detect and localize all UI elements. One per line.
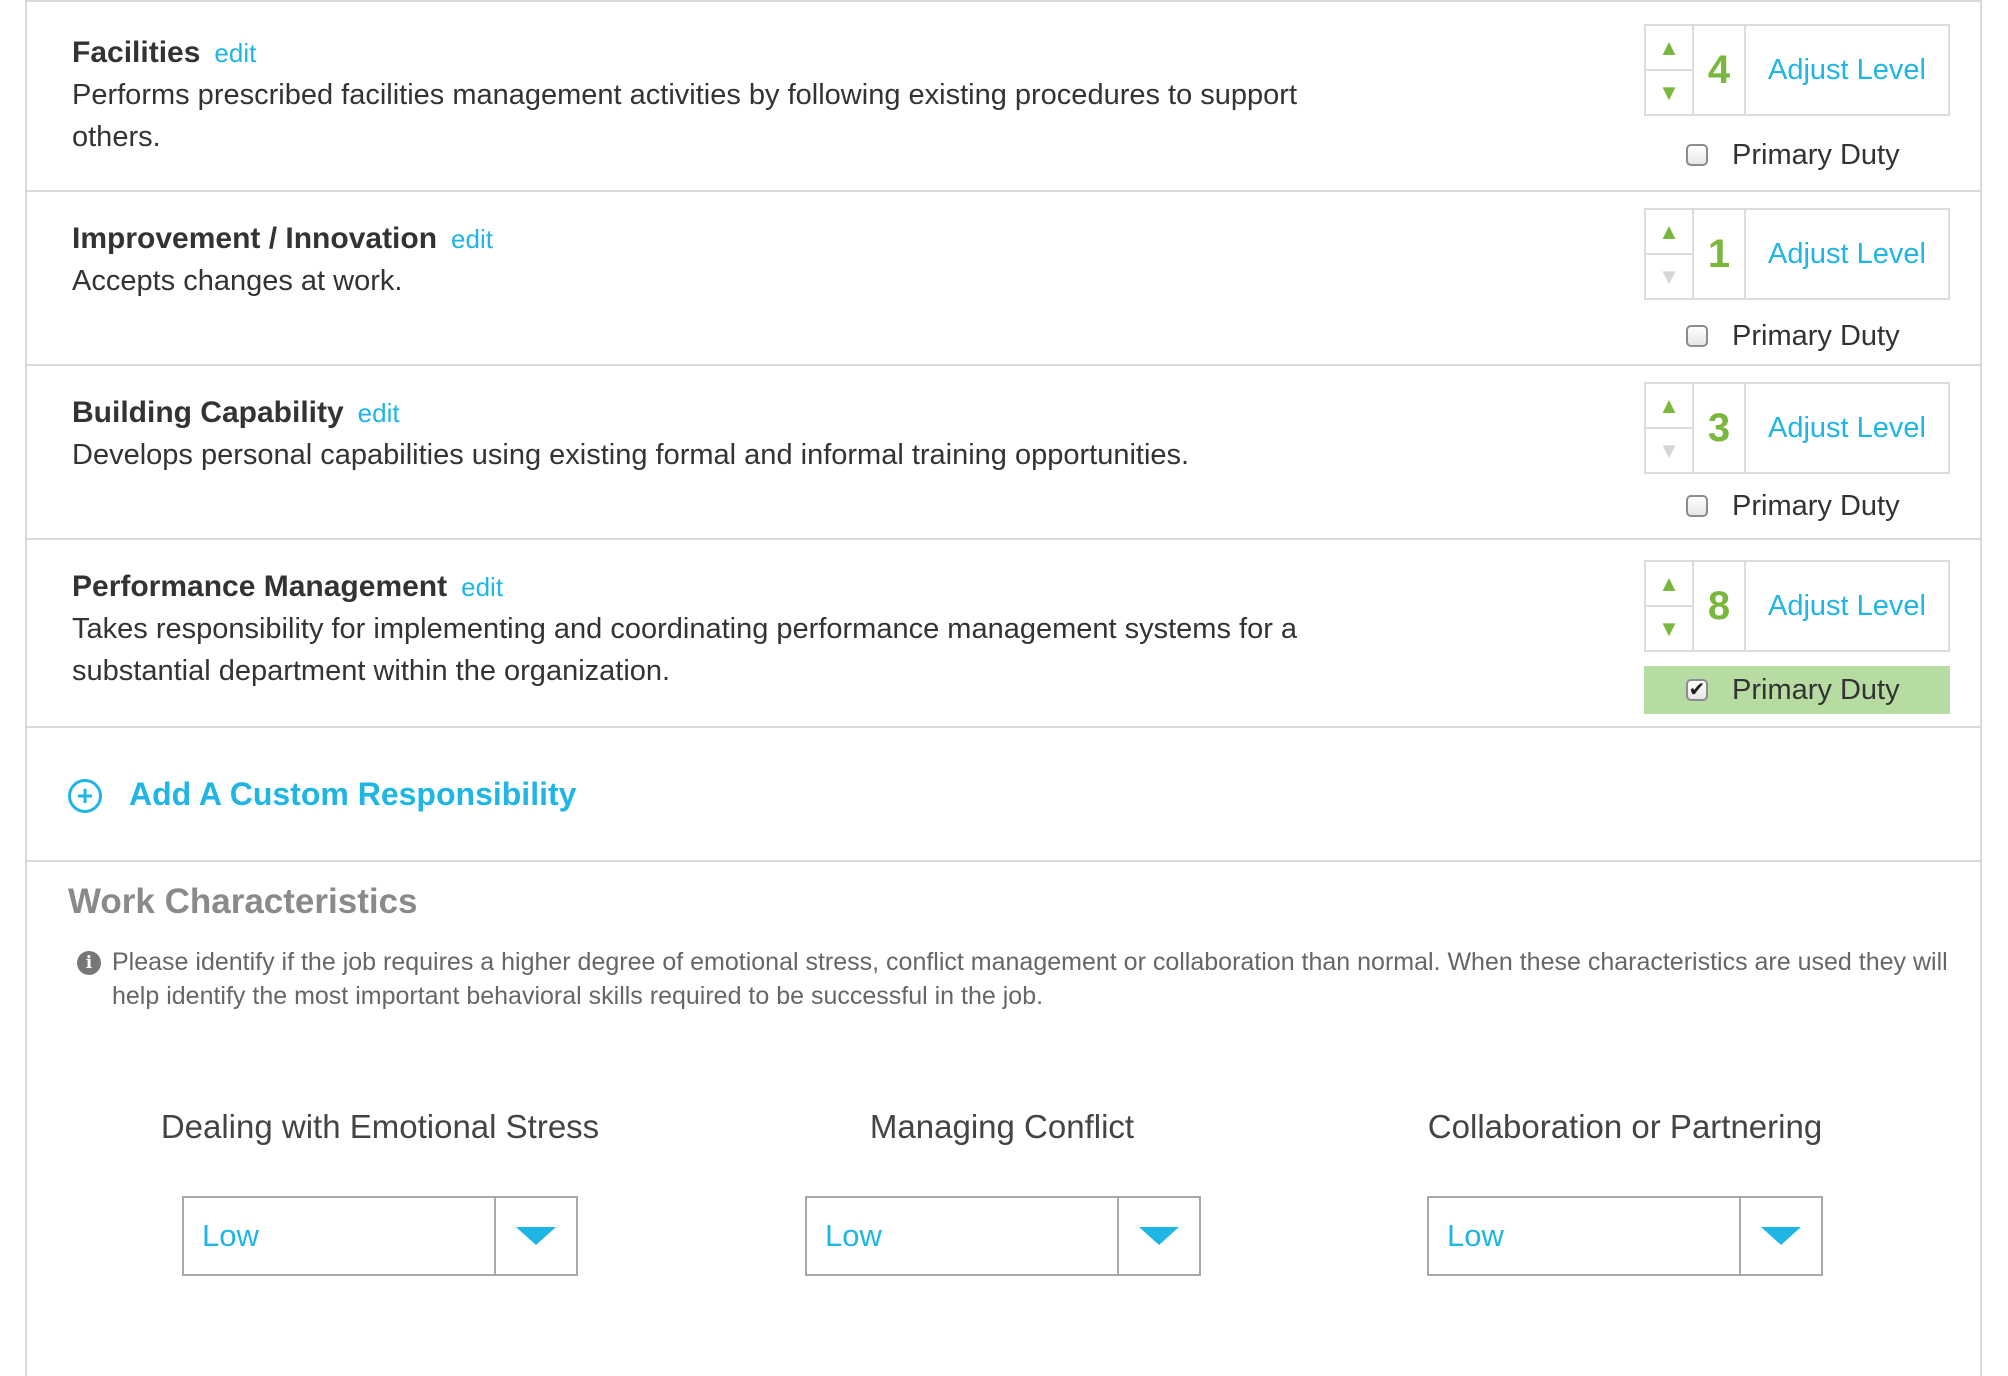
responsibility-row: Facilities edit Performs prescribed faci… <box>27 0 1980 192</box>
responsibility-info: Facilities edit Performs prescribed faci… <box>72 36 1442 158</box>
responsibility-description: Performs prescribed facilities managemen… <box>72 79 1298 153</box>
characteristic-label: Managing Conflict <box>869 1108 1135 1145</box>
managing-conflict-select[interactable]: Low <box>805 1196 1201 1276</box>
characteristic-managing-conflict: Managing Conflict <box>752 1108 1252 1146</box>
responsibility-info: Performance Management edit Takes respon… <box>72 570 1442 692</box>
add-custom-responsibility-button[interactable]: Add A Custom Responsibility <box>129 776 576 813</box>
select-value: Low <box>1447 1218 1504 1253</box>
primary-duty-option[interactable]: ✔ Primary Duty <box>1644 666 1950 714</box>
adjust-level-button[interactable]: Adjust Level <box>1746 384 1948 472</box>
primary-duty-checkbox[interactable] <box>1686 325 1708 347</box>
responsibility-description: Takes responsibility for implementing an… <box>72 613 1298 687</box>
work-characteristics-info: Please identify if the job requires a hi… <box>112 948 1948 1010</box>
level-up-arrow-icon[interactable]: ▲ <box>1646 26 1692 71</box>
responsibility-title: Performance Management <box>72 570 448 603</box>
primary-duty-option[interactable]: Primary Duty <box>1644 131 1950 179</box>
work-characteristics-title: Work Characteristics <box>68 882 418 921</box>
dropdown-toggle[interactable] <box>1117 1198 1199 1274</box>
primary-duty-option[interactable]: Primary Duty <box>1644 482 1950 530</box>
level-control: ▲ ▼ 8 Adjust Level <box>1644 560 1950 652</box>
responsibility-title: Building Capability <box>72 396 344 429</box>
chevron-down-icon <box>1139 1227 1179 1245</box>
characteristic-label: Collaboration or Partnering <box>1427 1108 1823 1145</box>
level-down-arrow-icon: ▼ <box>1658 437 1680 463</box>
level-down-arrow-icon: ▼ <box>1658 263 1680 289</box>
responsibility-description: Accepts changes at work. <box>72 265 403 297</box>
job-profile-panel: Facilities edit Performs prescribed faci… <box>25 0 1982 1376</box>
primary-duty-label: Primary Duty <box>1732 673 1900 706</box>
responsibility-title: Facilities <box>72 36 201 69</box>
responsibility-info: Building Capability edit Develops person… <box>72 396 1442 476</box>
level-control: ▲ ▼ 4 Adjust Level <box>1644 24 1950 116</box>
primary-duty-label: Primary Duty <box>1732 489 1900 522</box>
primary-duty-checkbox[interactable]: ✔ <box>1686 679 1708 701</box>
responsibility-title: Improvement / Innovation <box>72 222 438 255</box>
level-up-arrow-icon[interactable]: ▲ <box>1646 210 1692 255</box>
level-control: ▲ ▼ 1 Adjust Level <box>1644 208 1950 300</box>
level-value: 1 <box>1694 210 1746 298</box>
primary-duty-option[interactable]: Primary Duty <box>1644 312 1950 360</box>
dropdown-toggle[interactable] <box>494 1198 576 1274</box>
characteristic-collaboration: Collaboration or Partnering <box>1375 1108 1875 1146</box>
adjust-level-button[interactable]: Adjust Level <box>1746 26 1948 114</box>
level-up-arrow-icon[interactable]: ▲ <box>1646 562 1692 607</box>
responsibility-info: Improvement / Innovation edit Accepts ch… <box>72 222 1442 302</box>
edit-link[interactable]: edit <box>451 224 493 255</box>
collaboration-select[interactable]: Low <box>1427 1196 1823 1276</box>
characteristic-emotional-stress: Dealing with Emotional Stress <box>130 1108 630 1146</box>
add-custom-responsibility-row: + Add A Custom Responsibility <box>27 728 1980 862</box>
primary-duty-checkbox[interactable] <box>1686 495 1708 517</box>
level-control: ▲ ▼ 3 Adjust Level <box>1644 382 1950 474</box>
primary-duty-label: Primary Duty <box>1732 319 1900 352</box>
responsibility-description: Develops personal capabilities using exi… <box>72 439 1190 471</box>
level-up-arrow-icon[interactable]: ▲ <box>1646 384 1692 429</box>
responsibility-row: Performance Management edit Takes respon… <box>27 540 1980 728</box>
chevron-down-icon <box>1761 1227 1801 1245</box>
adjust-level-button[interactable]: Adjust Level <box>1746 562 1948 650</box>
level-down-arrow-icon[interactable]: ▼ <box>1646 607 1692 650</box>
edit-link[interactable]: edit <box>214 38 256 69</box>
responsibility-row: Building Capability edit Develops person… <box>27 366 1980 540</box>
characteristic-label: Dealing with Emotional Stress <box>160 1108 600 1145</box>
adjust-level-button[interactable]: Adjust Level <box>1746 210 1948 298</box>
dropdown-toggle[interactable] <box>1739 1198 1821 1274</box>
info-icon: i <box>77 951 101 975</box>
edit-link[interactable]: edit <box>358 398 400 429</box>
level-value: 3 <box>1694 384 1746 472</box>
primary-duty-label: Primary Duty <box>1732 138 1900 171</box>
select-value: Low <box>825 1218 882 1253</box>
edit-link[interactable]: edit <box>461 572 503 603</box>
plus-circle-icon[interactable]: + <box>68 779 102 813</box>
emotional-stress-select[interactable]: Low <box>182 1196 578 1276</box>
level-value: 8 <box>1694 562 1746 650</box>
primary-duty-checkbox[interactable] <box>1686 144 1708 166</box>
level-value: 4 <box>1694 26 1746 114</box>
responsibility-row: Improvement / Innovation edit Accepts ch… <box>27 192 1980 366</box>
select-value: Low <box>202 1218 259 1253</box>
chevron-down-icon <box>516 1227 556 1245</box>
level-down-arrow-icon[interactable]: ▼ <box>1646 71 1692 114</box>
